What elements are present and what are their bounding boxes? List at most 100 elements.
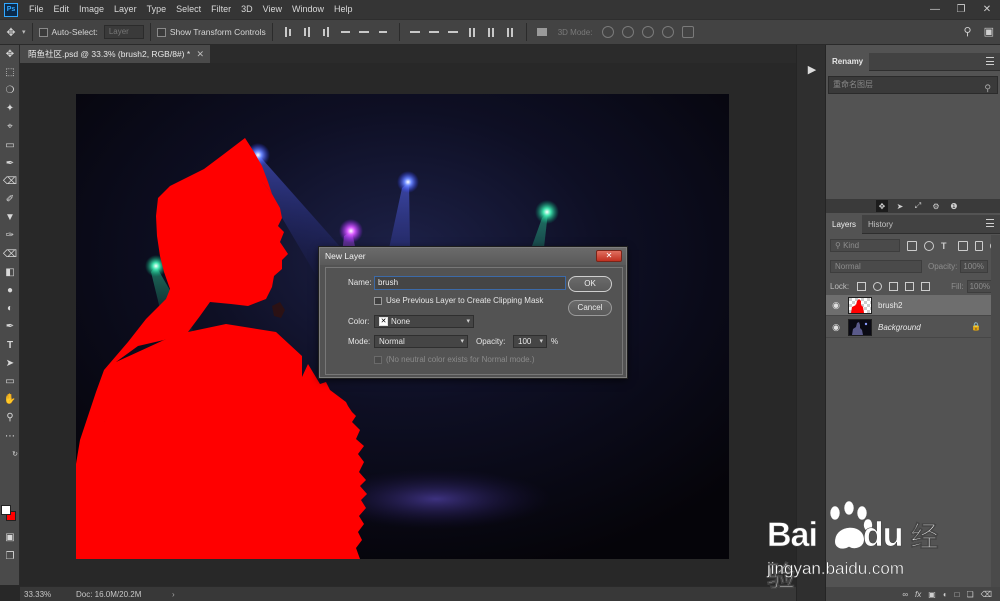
align-left-icon[interactable] bbox=[338, 26, 352, 38]
dialog-opacity-field[interactable]: 100 ▾ bbox=[513, 335, 547, 348]
quick-mask-icon[interactable]: ▣ bbox=[0, 528, 20, 546]
menu-window[interactable]: Window bbox=[287, 0, 329, 19]
foreground-color-swatch[interactable] bbox=[1, 505, 11, 515]
restore-icon[interactable]: ❐ bbox=[948, 0, 974, 19]
tab-history[interactable]: History bbox=[862, 215, 899, 234]
shape-tool-icon[interactable]: ▭ bbox=[0, 372, 20, 390]
frame-tool-icon[interactable]: ▭ bbox=[0, 136, 20, 154]
panel-menu-icon[interactable] bbox=[986, 219, 994, 227]
menu-3d[interactable]: 3D bbox=[236, 0, 258, 19]
clipping-mask-checkbox[interactable]: Use Previous Layer to Create Clipping Ma… bbox=[374, 296, 543, 305]
align-right-icon[interactable] bbox=[376, 26, 390, 38]
menu-layer[interactable]: Layer bbox=[109, 0, 142, 19]
mode-dropdown[interactable]: Normal ▾ bbox=[374, 335, 468, 348]
visibility-eye-icon[interactable]: ◉ bbox=[826, 322, 846, 333]
show-transform-checkbox[interactable]: Show Transform Controls bbox=[156, 27, 266, 37]
layer-row-background[interactable]: ◉ Background 🔒 bbox=[826, 317, 991, 338]
screen-mode-icon[interactable]: ❐ bbox=[0, 547, 20, 565]
path-select-tool-icon[interactable]: ➤ bbox=[0, 354, 20, 372]
trash-icon[interactable]: ⌫ bbox=[981, 590, 992, 599]
lock-pixels-icon[interactable] bbox=[872, 282, 882, 291]
kind-filter-dropdown[interactable]: ⚲ Kind bbox=[830, 239, 900, 252]
dodge-tool-icon[interactable]: ◐ bbox=[0, 300, 20, 318]
new-layer-icon[interactable]: ❏ bbox=[967, 590, 974, 599]
photoshop-logo-icon[interactable]: Ps bbox=[4, 2, 18, 17]
new-group-icon[interactable]: □ bbox=[955, 590, 960, 599]
play-icon[interactable]: ▶ bbox=[803, 60, 821, 78]
pen-tool-icon[interactable]: ✒ bbox=[0, 318, 20, 336]
lock-transparent-icon[interactable] bbox=[856, 282, 866, 291]
color-dropdown[interactable]: ✕ None ▾ bbox=[374, 315, 474, 328]
layer-mask-icon[interactable]: ▣ bbox=[928, 590, 936, 599]
checkbox-icon[interactable] bbox=[374, 296, 382, 305]
brush-tool-icon[interactable]: ✐ bbox=[0, 191, 20, 209]
shape-filter-icon[interactable] bbox=[958, 240, 968, 251]
distribute-left-icon[interactable] bbox=[465, 26, 479, 38]
3d-slide-icon[interactable] bbox=[662, 26, 675, 38]
close-icon[interactable]: ✕ bbox=[974, 0, 1000, 19]
auto-select-target-dropdown[interactable]: Layer bbox=[103, 25, 144, 39]
adjustment-filter-icon[interactable] bbox=[924, 240, 934, 251]
history-brush-tool-icon[interactable]: ✑ bbox=[0, 227, 20, 245]
type-tool-icon[interactable]: T bbox=[0, 336, 20, 354]
align-hcenter-icon[interactable] bbox=[357, 26, 371, 38]
menu-image[interactable]: Image bbox=[74, 0, 109, 19]
marquee-tool-icon[interactable]: ⬚ bbox=[0, 63, 20, 81]
chevron-down-icon[interactable]: ▾ bbox=[22, 28, 26, 36]
move-icon[interactable]: ✥ bbox=[876, 200, 888, 212]
renamy-search-input[interactable]: 重命名图层 ⚲ bbox=[828, 76, 998, 94]
checkbox-icon[interactable] bbox=[156, 27, 166, 37]
3d-pan-icon[interactable] bbox=[642, 26, 655, 38]
gear-icon[interactable]: ⚙ bbox=[930, 200, 942, 212]
blur-tool-icon[interactable]: ● bbox=[0, 281, 20, 299]
layers-scrollbar[interactable] bbox=[991, 235, 1000, 587]
expand-icon[interactable]: ⤢ bbox=[912, 200, 924, 212]
quick-select-tool-icon[interactable]: ✦ bbox=[0, 100, 20, 118]
layer-opacity-field[interactable]: 100% bbox=[960, 260, 989, 273]
3d-roll-icon[interactable] bbox=[622, 26, 635, 38]
smart-object-filter-icon[interactable] bbox=[975, 240, 983, 251]
align-vcenter-icon[interactable] bbox=[300, 26, 314, 38]
type-filter-icon[interactable]: T bbox=[941, 241, 951, 251]
adjustment-layer-icon[interactable]: ◐ bbox=[943, 590, 948, 599]
3d-scale-icon[interactable] bbox=[682, 26, 695, 38]
distribute-hcenter-icon[interactable] bbox=[484, 26, 498, 38]
gradient-tool-icon[interactable]: ◧ bbox=[0, 263, 20, 281]
search-icon[interactable]: ⚲ bbox=[964, 25, 972, 38]
ok-button[interactable]: OK bbox=[568, 276, 612, 292]
auto-select-checkbox[interactable]: Auto-Select: bbox=[38, 27, 98, 37]
menu-edit[interactable]: Edit bbox=[49, 0, 75, 19]
lock-all-icon[interactable] bbox=[920, 282, 930, 291]
lock-position-icon[interactable] bbox=[888, 282, 898, 291]
tab-renamy[interactable]: Renamy bbox=[826, 53, 870, 71]
swap-colors-icon[interactable]: ↻ bbox=[0, 445, 20, 463]
distribute-vcenter-icon[interactable] bbox=[427, 26, 441, 38]
layer-style-icon[interactable]: fx bbox=[915, 590, 921, 599]
dialog-close-button[interactable]: ✕ bbox=[596, 250, 622, 262]
3d-orbit-icon[interactable] bbox=[602, 26, 615, 38]
info-icon[interactable]: ❶ bbox=[948, 200, 960, 212]
menu-select[interactable]: Select bbox=[171, 0, 206, 19]
crop-tool-icon[interactable]: ⌖ bbox=[0, 118, 20, 136]
menu-file[interactable]: File bbox=[24, 0, 49, 19]
menu-help[interactable]: Help bbox=[329, 0, 358, 19]
pixel-filter-icon[interactable] bbox=[907, 240, 917, 251]
visibility-eye-icon[interactable]: ◉ bbox=[826, 300, 846, 311]
align-top-icon[interactable] bbox=[281, 26, 295, 38]
link-layers-icon[interactable]: ∞ bbox=[902, 590, 908, 599]
more-tools-icon[interactable]: ⋯ bbox=[0, 427, 20, 445]
auto-align-icon[interactable] bbox=[535, 26, 549, 38]
zoom-tool-icon[interactable]: ⚲ bbox=[0, 409, 20, 427]
chevron-right-icon[interactable]: › bbox=[172, 590, 175, 599]
arrow-right-icon[interactable]: ➤ bbox=[894, 200, 906, 212]
workspace-icon[interactable]: ▣ bbox=[984, 25, 994, 38]
checkbox-icon[interactable] bbox=[38, 27, 48, 37]
zoom-level[interactable]: 33.33% bbox=[20, 590, 76, 599]
healing-brush-tool-icon[interactable]: ⌫ bbox=[0, 172, 20, 190]
clone-stamp-tool-icon[interactable]: ▼ bbox=[0, 209, 20, 227]
layer-name[interactable]: brush2 bbox=[878, 301, 902, 310]
align-bottom-icon[interactable] bbox=[319, 26, 333, 38]
menu-view[interactable]: View bbox=[258, 0, 287, 19]
tab-layers[interactable]: Layers bbox=[826, 215, 863, 234]
minimize-icon[interactable]: — bbox=[922, 0, 948, 19]
